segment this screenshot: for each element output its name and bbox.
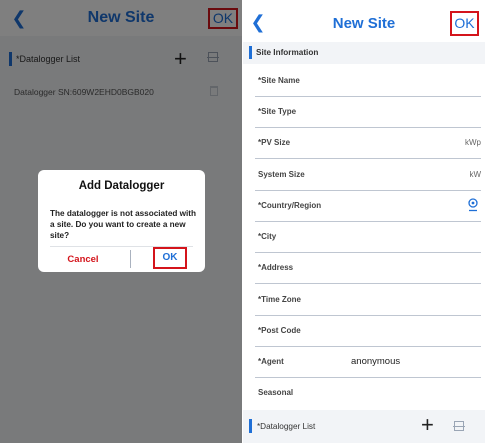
- seasonal-field[interactable]: Seasonal: [255, 378, 481, 409]
- city-field[interactable]: *City: [255, 222, 481, 253]
- field-label: *Site Type: [258, 107, 297, 116]
- field-label: *Address: [258, 263, 294, 272]
- field-label: Seasonal: [258, 388, 294, 397]
- field-label: *Site Name: [258, 76, 300, 85]
- unit-label: kW: [469, 170, 481, 179]
- cancel-button[interactable]: Cancel: [53, 254, 113, 266]
- ok-button[interactable]: OK: [450, 11, 479, 36]
- agent-field[interactable]: *Agent anonymous: [255, 347, 481, 378]
- field-label: *Country/Region: [258, 201, 322, 210]
- time-zone-field[interactable]: *Time Zone: [255, 285, 481, 316]
- country-region-field[interactable]: *Country/Region: [255, 191, 481, 222]
- section-accent-bar: [249, 419, 252, 433]
- system-size-field[interactable]: System Size kW: [255, 160, 481, 191]
- dialog-message: The datalogger is not associated with a …: [50, 209, 197, 240]
- page-title: New Site: [332, 15, 396, 32]
- add-datalogger-dialog: Add Datalogger The datalogger is not ass…: [38, 170, 205, 272]
- pv-size-field[interactable]: *PV Size kWp: [255, 128, 481, 159]
- field-label: *PV Size: [258, 138, 291, 147]
- site-information-section: Site Information: [243, 42, 485, 64]
- post-code-field[interactable]: *Post Code: [255, 316, 481, 347]
- field-label: *Post Code: [258, 326, 301, 335]
- section-label: *Datalogger List: [257, 422, 316, 431]
- right-screen: ❮ New Site OK Site Information *Site Nam…: [243, 0, 485, 443]
- datalogger-list-section: *Datalogger List +: [243, 410, 485, 443]
- section-label: Site Information: [256, 48, 319, 57]
- dialog-ok-button[interactable]: OK: [153, 247, 187, 269]
- plus-icon[interactable]: +: [421, 413, 434, 437]
- field-label: *Time Zone: [258, 295, 301, 304]
- field-label: *Agent: [258, 357, 284, 366]
- location-pin-icon[interactable]: [467, 198, 479, 212]
- section-accent-bar: [249, 46, 252, 59]
- address-field[interactable]: *Address: [255, 253, 481, 284]
- agent-value: anonymous: [351, 356, 401, 367]
- scan-icon[interactable]: [453, 421, 465, 431]
- site-name-field[interactable]: *Site Name: [255, 66, 481, 97]
- divider: [130, 250, 131, 268]
- site-type-field[interactable]: *Site Type: [255, 97, 481, 128]
- chevron-left-icon[interactable]: ❮: [249, 10, 267, 34]
- left-screen: ❮ New Site OK *Datalogger List + Datalog…: [0, 0, 242, 443]
- dialog-title: Add Datalogger: [78, 180, 165, 192]
- field-label: *City: [258, 232, 277, 241]
- field-label: System Size: [258, 170, 305, 179]
- unit-label: kWp: [465, 138, 481, 147]
